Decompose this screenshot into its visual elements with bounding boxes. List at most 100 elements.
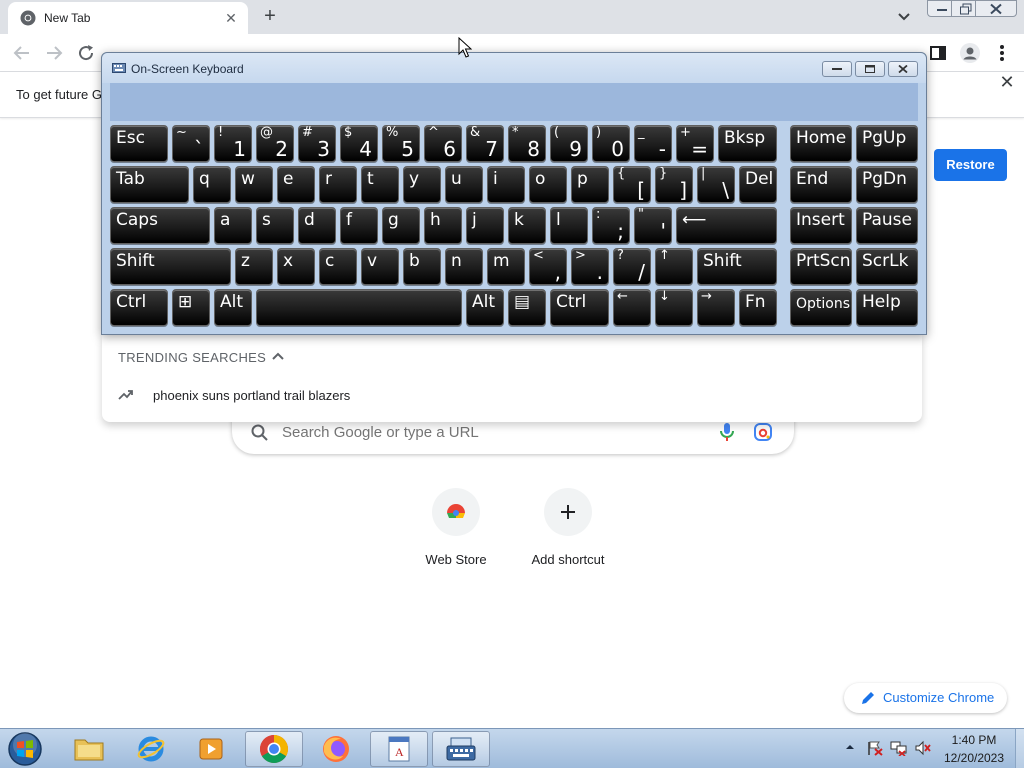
key-j[interactable]: j <box>466 207 504 244</box>
key-s[interactable]: s <box>256 207 294 244</box>
taskbar-notepad-app[interactable]: A <box>370 731 428 767</box>
key-g[interactable]: g <box>382 207 420 244</box>
key-esc[interactable]: Esc <box>110 125 168 162</box>
key-q[interactable]: q <box>193 166 231 203</box>
ntp-search-input[interactable] <box>282 424 702 441</box>
key-pause[interactable]: Pause <box>856 207 918 244</box>
key-u8594[interactable]: → <box>697 289 735 326</box>
key-a[interactable]: a <box>214 207 252 244</box>
key-f[interactable]: f <box>340 207 378 244</box>
side-panel-button[interactable] <box>925 40 951 66</box>
key-w[interactable]: w <box>235 166 273 203</box>
key-1[interactable]: ! 1 <box>214 125 252 162</box>
key-caps[interactable]: Caps <box>110 207 210 244</box>
key-u96[interactable]: ~ ` <box>172 125 210 162</box>
key-c[interactable]: c <box>319 248 357 285</box>
key-ctrl[interactable]: Ctrl <box>550 289 609 326</box>
key-space[interactable] <box>256 289 462 326</box>
key-ctrl[interactable]: Ctrl <box>110 289 168 326</box>
key-u8593[interactable]: ↑ <box>655 248 693 285</box>
taskbar-chrome[interactable] <box>245 731 303 767</box>
key-u8595[interactable]: ↓ <box>655 289 693 326</box>
key-z[interactable]: z <box>235 248 273 285</box>
profile-button[interactable] <box>957 40 983 66</box>
key-u59[interactable]: :; <box>592 207 630 244</box>
google-lens-icon[interactable] <box>753 422 773 442</box>
customize-chrome-button[interactable]: Customize Chrome <box>844 683 1007 713</box>
key-u61[interactable]: + = <box>676 125 714 162</box>
key-u9636[interactable]: ▤ <box>508 289 546 326</box>
key-p[interactable]: p <box>571 166 609 203</box>
key-scrlk[interactable]: ScrLk <box>856 248 918 285</box>
key-7[interactable]: & 7 <box>466 125 504 162</box>
key-fn[interactable]: Fn <box>739 289 777 326</box>
key-u92[interactable]: | \ <box>697 166 735 203</box>
chrome-menu-button[interactable] <box>989 40 1015 66</box>
key-u39[interactable]: " ' <box>634 207 672 244</box>
key--[interactable]: _ - <box>634 125 672 162</box>
key-i[interactable]: i <box>487 166 525 203</box>
key-m[interactable]: m <box>487 248 525 285</box>
key-end[interactable]: End <box>790 166 852 203</box>
back-button[interactable] <box>9 40 35 66</box>
key-shift[interactable]: Shift <box>697 248 777 285</box>
shortcut-web-store[interactable]: Web Store <box>406 488 506 576</box>
key-k[interactable]: k <box>508 207 546 244</box>
show-desktop-button[interactable] <box>1015 729 1024 768</box>
tab-new-tab[interactable]: New Tab ✕ <box>8 2 248 34</box>
key-5[interactable]: % 5 <box>382 125 420 162</box>
key-o[interactable]: o <box>529 166 567 203</box>
key-6[interactable]: ^ 6 <box>424 125 462 162</box>
key-h[interactable]: h <box>424 207 462 244</box>
key-d[interactable]: d <box>298 207 336 244</box>
microphone-icon[interactable] <box>718 422 736 442</box>
taskbar-clock-date[interactable]: 12/20/2023 <box>936 751 1012 765</box>
tab-search-chevron-icon[interactable] <box>894 8 914 26</box>
key-v[interactable]: v <box>361 248 399 285</box>
key-u47[interactable]: ? / <box>613 248 651 285</box>
key-u[interactable]: u <box>445 166 483 203</box>
key-u91[interactable]: {[ <box>613 166 651 203</box>
key-help[interactable]: Help <box>856 289 918 326</box>
key-insert[interactable]: Insert <box>790 207 852 244</box>
key-u8592[interactable]: ← <box>613 289 651 326</box>
key-home[interactable]: Home <box>790 125 852 162</box>
key-u10229[interactable]: ⟵ <box>676 207 777 244</box>
key-2[interactable]: @2 <box>256 125 294 162</box>
key-u8862[interactable]: ⊞ <box>172 289 210 326</box>
chevron-up-icon[interactable] <box>270 348 286 364</box>
key-tab[interactable]: Tab <box>110 166 189 203</box>
taskbar-explorer[interactable] <box>60 731 118 767</box>
info-bar-close-icon[interactable]: ✕ <box>997 72 1017 92</box>
key-pgdn[interactable]: PgDn <box>856 166 918 203</box>
key-u46[interactable]: >. <box>571 248 609 285</box>
taskbar-on-screen-keyboard[interactable] <box>432 731 490 767</box>
key-bksp[interactable]: Bksp <box>718 125 777 162</box>
key-x[interactable]: x <box>277 248 315 285</box>
volume-muted-icon[interactable] <box>914 740 932 756</box>
taskbar-internet-explorer[interactable] <box>122 731 180 767</box>
key-0[interactable]: ) 0 <box>592 125 630 162</box>
restore-button[interactable]: Restore <box>934 149 1007 181</box>
key-r[interactable]: r <box>319 166 357 203</box>
key-del[interactable]: Del <box>739 166 777 203</box>
tab-close-icon[interactable]: ✕ <box>222 9 240 27</box>
trending-suggestion[interactable]: phoenix suns portland trail blazers <box>102 380 922 412</box>
key-b[interactable]: b <box>403 248 441 285</box>
taskbar-media-player[interactable] <box>182 731 240 767</box>
key-l[interactable]: l <box>550 207 588 244</box>
key-alt[interactable]: Alt <box>214 289 252 326</box>
key-4[interactable]: $4 <box>340 125 378 162</box>
key-u93[interactable]: }] <box>655 166 693 203</box>
key-u44[interactable]: <, <box>529 248 567 285</box>
show-hidden-icons-icon[interactable] <box>844 741 856 753</box>
action-center-flag-icon[interactable] <box>866 740 884 756</box>
key-t[interactable]: t <box>361 166 399 203</box>
key-alt[interactable]: Alt <box>466 289 504 326</box>
start-button[interactable] <box>6 730 46 768</box>
key-pgup[interactable]: PgUp <box>856 125 918 162</box>
key-8[interactable]: * 8 <box>508 125 546 162</box>
taskbar-clock-time[interactable]: 1:40 PM <box>936 733 1012 747</box>
taskbar-firefox[interactable] <box>307 731 365 767</box>
key-y[interactable]: y <box>403 166 441 203</box>
